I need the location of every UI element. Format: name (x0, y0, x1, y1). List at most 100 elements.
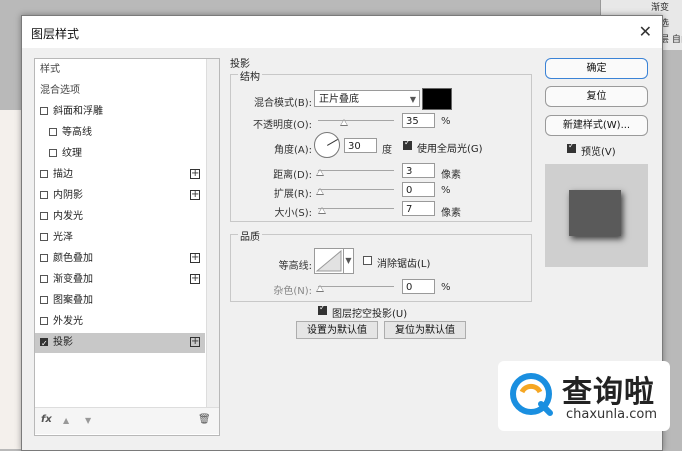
add-effect-icon[interactable]: + (190, 253, 200, 263)
styles-header-label: 样式 (40, 64, 60, 75)
watermark: 查询啦 chaxunla.com (498, 361, 670, 431)
size-slider-track[interactable] (318, 208, 394, 209)
distance-label: 距离(D): (273, 170, 312, 181)
style-item-label: 颜色叠加 (53, 253, 93, 264)
size-unit: 像素 (441, 208, 461, 219)
opacity-slider-track[interactable] (318, 120, 394, 121)
styles-list: 样式 混合选项 斜面和浮雕等高线纹理描边 + 内阴影 + 内发光光泽颜色叠加 + 渐变叠加 +… (34, 58, 220, 436)
style-item-checkbox[interactable] (40, 233, 48, 241)
angle-dial[interactable] (314, 132, 340, 158)
style-item-checkbox[interactable] (40, 191, 48, 199)
distance-slider-thumb[interactable] (316, 169, 324, 176)
style-item-label: 光泽 (53, 232, 73, 243)
styles-header[interactable]: 样式 (35, 60, 205, 80)
style-item-label: 内阴影 (53, 190, 83, 201)
style-item-checkbox[interactable] (40, 254, 48, 262)
chevron-down-icon: ▼ (409, 95, 416, 104)
knockout-label: 图层挖空投影(U) (332, 309, 408, 320)
add-effect-icon[interactable]: + (190, 337, 200, 347)
style-item[interactable]: 光泽 (35, 228, 205, 248)
style-item[interactable]: 渐变叠加 + (35, 270, 205, 290)
add-effect-icon[interactable]: + (190, 190, 200, 200)
add-effect-icon[interactable]: + (190, 169, 200, 179)
style-item-checkbox[interactable] (40, 334, 48, 354)
noise-label: 杂色(N): (273, 286, 312, 297)
opacity-input[interactable]: 35 (402, 113, 435, 128)
style-item[interactable]: 等高线 (35, 123, 205, 143)
styles-list-footer: fx ▲ ▼ 🗑 (35, 407, 219, 434)
magnifier-logo-icon (510, 373, 553, 416)
blend-options-item[interactable]: 混合选项 (35, 81, 205, 101)
style-item[interactable]: 内阴影 + (35, 186, 205, 206)
style-item-checkbox[interactable] (40, 275, 48, 283)
preview-checkbox[interactable] (567, 141, 576, 153)
styles-list-scrollbar[interactable] (206, 59, 219, 429)
style-item-checkbox[interactable] (49, 149, 57, 157)
style-item-label: 斜面和浮雕 (53, 106, 103, 117)
blend-mode-select[interactable]: 正片叠底 ▼ (314, 90, 420, 107)
contour-label: 等高线: (278, 261, 312, 272)
size-input[interactable]: 7 (402, 201, 435, 216)
knockout-checkbox[interactable] (318, 303, 327, 315)
size-label: 大小(S): (274, 208, 312, 219)
opacity-slider-thumb[interactable] (340, 119, 348, 126)
opacity-label: 不透明度(O): (252, 120, 312, 131)
style-item-checkbox[interactable] (40, 170, 48, 178)
noise-unit: % (441, 282, 451, 293)
antialias-checkbox[interactable] (363, 256, 372, 265)
contour-picker[interactable] (314, 248, 344, 274)
style-item-label: 渐变叠加 (53, 274, 93, 285)
set-default-button[interactable]: 设置为默认值 (296, 321, 378, 339)
watermark-brand: 查询啦 (562, 375, 655, 410)
spread-input[interactable]: 0 (402, 182, 435, 197)
noise-slider-thumb[interactable] (316, 285, 324, 292)
style-item[interactable]: 斜面和浮雕 (35, 102, 205, 122)
spread-slider-thumb[interactable] (316, 188, 324, 195)
style-item[interactable]: 纹理 (35, 144, 205, 164)
style-item-label: 纹理 (62, 148, 82, 159)
style-item-checkbox[interactable] (40, 107, 48, 115)
noise-slider-track[interactable] (318, 286, 394, 287)
noise-input[interactable]: 0 (402, 279, 435, 294)
style-item-label: 描边 (53, 169, 73, 180)
style-item-checkbox[interactable] (49, 128, 57, 136)
style-item[interactable]: 颜色叠加 + (35, 249, 205, 269)
style-item-checkbox[interactable] (40, 317, 48, 325)
dialog-titlebar: 图层样式 ✕ (22, 16, 662, 48)
style-item-checkbox[interactable] (40, 212, 48, 220)
global-light-checkbox[interactable] (403, 138, 412, 150)
style-item[interactable]: 内发光 (35, 207, 205, 227)
style-item[interactable]: 外发光 (35, 312, 205, 332)
contour-curve-icon (315, 249, 342, 272)
ok-button[interactable]: 确定 (545, 58, 648, 79)
blend-options-label: 混合选项 (40, 85, 80, 96)
style-item-checkbox[interactable] (40, 296, 48, 304)
angle-input[interactable]: 30 (344, 138, 377, 153)
trash-icon[interactable]: 🗑 (198, 414, 211, 425)
distance-unit: 像素 (441, 170, 461, 181)
contour-chevron-icon[interactable]: ▼ (344, 248, 354, 274)
global-light-label: 使用全局光(G) (417, 144, 483, 155)
style-item[interactable]: 描边 + (35, 165, 205, 185)
close-icon[interactable]: ✕ (639, 22, 652, 41)
style-item-label: 投影 (53, 337, 73, 348)
background-panel-item: 渐变 (651, 3, 670, 13)
reset-button[interactable]: 复位 (545, 86, 648, 107)
spread-label: 扩展(R): (273, 189, 312, 200)
reset-default-button[interactable]: 复位为默认值 (384, 321, 466, 339)
fx-icon[interactable]: fx (41, 414, 52, 425)
preview-label: 预览(V) (581, 147, 616, 158)
shadow-color-swatch[interactable] (422, 88, 452, 110)
distance-input[interactable]: 3 (402, 163, 435, 178)
blend-mode-label: 混合模式(B): (253, 98, 312, 109)
size-slider-thumb[interactable] (318, 207, 326, 214)
style-item[interactable]: 图案叠加 (35, 291, 205, 311)
distance-slider-track[interactable] (318, 170, 394, 171)
move-up-icon[interactable]: ▲ (63, 416, 69, 425)
spread-slider-track[interactable] (318, 189, 394, 190)
angle-label: 角度(A): (273, 145, 312, 156)
new-style-button[interactable]: 新建样式(W)... (545, 115, 648, 136)
move-down-icon[interactable]: ▼ (85, 416, 91, 425)
add-effect-icon[interactable]: + (190, 274, 200, 284)
style-item[interactable]: 投影 + (35, 333, 205, 354)
